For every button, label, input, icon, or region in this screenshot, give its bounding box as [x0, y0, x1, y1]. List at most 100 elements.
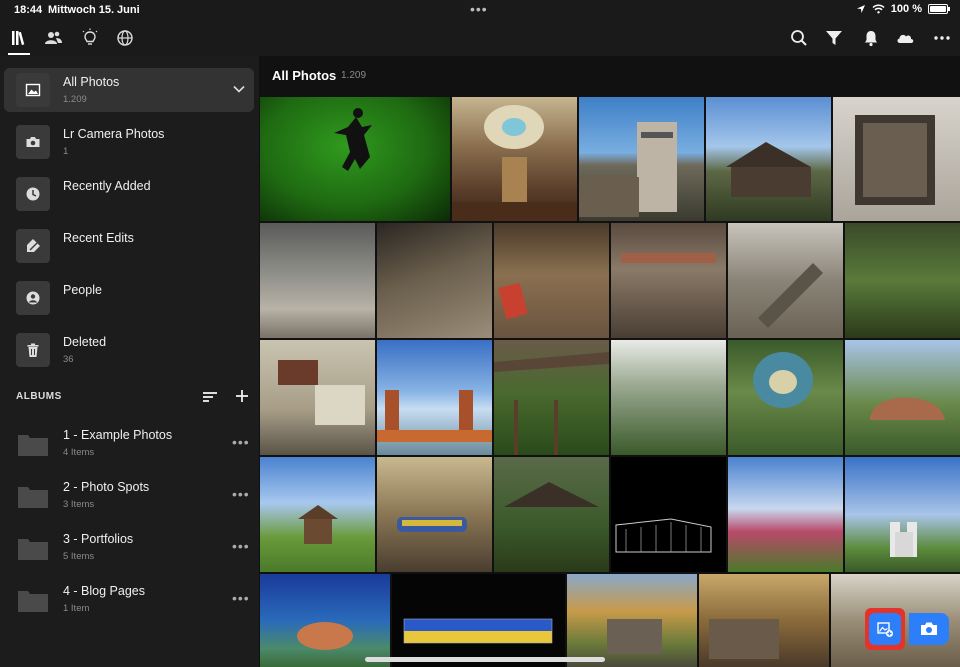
- sidebar-item-label: People: [63, 283, 102, 297]
- folder-icon: [18, 487, 48, 508]
- album-count: 1 Item: [63, 603, 90, 614]
- photo-thumbnail[interactable]: [728, 340, 843, 455]
- cloud-icon[interactable]: [895, 28, 915, 48]
- album-more-icon[interactable]: •••: [232, 590, 250, 606]
- sidebar-item-label: All Photos: [63, 75, 120, 89]
- sidebar-item-deleted[interactable]: Deleted 36: [4, 328, 254, 372]
- add-album-icon[interactable]: [233, 387, 251, 405]
- photo-thumbnail[interactable]: [494, 457, 609, 572]
- sidebar-item-label: Lr Camera Photos: [63, 127, 165, 141]
- photo-thumbnail[interactable]: [260, 97, 450, 221]
- sidebar-item-count: 1.209: [63, 94, 87, 105]
- learn-icon[interactable]: [80, 28, 100, 48]
- library-icon[interactable]: [9, 28, 29, 48]
- photo-count: 1.209: [341, 70, 367, 81]
- status-date: Mittwoch 15. Juni: [48, 4, 140, 16]
- photo-thumbnail[interactable]: [699, 574, 829, 667]
- bell-icon[interactable]: [861, 28, 881, 48]
- sidebar-item-label: Recently Added: [63, 179, 151, 193]
- sidebar-item-count: 36: [63, 354, 74, 365]
- person-icon: [16, 281, 50, 315]
- folder-icon: [18, 591, 48, 612]
- home-indicator[interactable]: [365, 657, 605, 662]
- location-icon: [856, 5, 865, 13]
- album-more-icon[interactable]: •••: [232, 538, 250, 554]
- photo-thumbnail[interactable]: [845, 223, 960, 338]
- battery-percent: 100 %: [890, 3, 922, 15]
- photo-thumbnail[interactable]: [260, 574, 390, 667]
- clock-icon: [16, 177, 50, 211]
- trash-icon: [16, 333, 50, 367]
- photo-icon: [16, 73, 50, 107]
- folder-icon: [18, 539, 48, 560]
- photo-thumbnail[interactable]: [377, 457, 492, 572]
- folder-icon: [18, 435, 48, 456]
- album-label: 4 - Blog Pages: [63, 584, 145, 598]
- status-bar: 18:44 Mittwoch 15. Juni ••• 100 %: [0, 0, 960, 20]
- photo-thumbnail[interactable]: [377, 340, 492, 455]
- filter-icon[interactable]: [824, 28, 844, 48]
- status-right: 100 %: [856, 3, 950, 15]
- sidebar: All Photos 1.209 Lr Camera Photos 1 Rece…: [0, 56, 259, 667]
- add-photos-icon: [869, 613, 901, 645]
- photo-thumbnail[interactable]: [611, 340, 726, 455]
- status-time: 18:44: [14, 4, 43, 16]
- page-title: All Photos: [272, 68, 337, 83]
- photo-thumbnail[interactable]: [377, 223, 492, 338]
- photo-grid-panel: All Photos 1.209: [259, 56, 960, 667]
- multitasking-dots[interactable]: •••: [470, 1, 488, 17]
- import-photos-button[interactable]: [865, 608, 905, 650]
- camera-button[interactable]: [909, 613, 949, 645]
- sidebar-item-lr-camera-photos[interactable]: Lr Camera Photos 1: [4, 120, 254, 164]
- sidebar-item-label: Deleted: [63, 335, 107, 349]
- photo-thumbnail[interactable]: [392, 574, 565, 667]
- photo-thumbnail[interactable]: [260, 340, 375, 455]
- battery-icon: [928, 4, 950, 14]
- chevron-down-icon[interactable]: [232, 82, 246, 96]
- album-item[interactable]: 1 - Example Photos 4 Items •••: [0, 424, 259, 468]
- photo-thumbnail[interactable]: [260, 223, 375, 338]
- album-item[interactable]: 2 - Photo Spots 3 Items •••: [0, 476, 259, 520]
- photo-thumbnail[interactable]: [728, 457, 843, 572]
- edit-icon: [16, 229, 50, 263]
- search-icon[interactable]: [789, 28, 809, 48]
- album-label: 3 - Portfolios: [63, 532, 134, 546]
- photo-thumbnail[interactable]: [611, 223, 726, 338]
- sidebar-item-recently-added[interactable]: Recently Added: [4, 172, 254, 216]
- photo-thumbnail[interactable]: [833, 97, 960, 221]
- sidebar-item-label: Recent Edits: [63, 231, 134, 245]
- photo-thumbnail[interactable]: [260, 457, 375, 572]
- photo-thumbnail[interactable]: [494, 340, 609, 455]
- album-label: 2 - Photo Spots: [63, 480, 150, 494]
- wifi-icon: [872, 4, 885, 14]
- album-more-icon[interactable]: •••: [232, 434, 250, 450]
- camera-icon: [16, 125, 50, 159]
- photo-thumbnail[interactable]: [728, 223, 843, 338]
- more-icon[interactable]: [932, 28, 952, 48]
- photo-thumbnail[interactable]: [845, 340, 960, 455]
- album-count: 5 Items: [63, 551, 95, 562]
- camera-icon: [921, 622, 937, 635]
- sidebar-item-all-photos[interactable]: All Photos 1.209: [4, 68, 254, 112]
- discover-icon[interactable]: [115, 28, 135, 48]
- photo-thumbnail[interactable]: [845, 457, 960, 572]
- photo-thumbnail[interactable]: [579, 97, 704, 221]
- album-count: 3 Items: [63, 499, 95, 510]
- album-label: 1 - Example Photos: [63, 428, 173, 442]
- album-count: 4 Items: [63, 447, 95, 458]
- people-icon[interactable]: [43, 28, 63, 48]
- sidebar-item-people[interactable]: People: [4, 276, 254, 320]
- top-toolbar: [0, 20, 960, 56]
- album-more-icon[interactable]: •••: [232, 486, 250, 502]
- sidebar-item-count: 1: [63, 146, 69, 157]
- photo-thumbnail[interactable]: [494, 223, 609, 338]
- photo-thumbnail[interactable]: [567, 574, 697, 667]
- albums-header: ALBUMS: [16, 391, 62, 402]
- album-item[interactable]: 3 - Portfolios 5 Items •••: [0, 528, 259, 572]
- photo-thumbnail[interactable]: [706, 97, 831, 221]
- sidebar-item-recent-edits[interactable]: Recent Edits: [4, 224, 254, 268]
- photo-thumbnail[interactable]: [611, 457, 726, 572]
- photo-thumbnail[interactable]: [452, 97, 577, 221]
- album-item[interactable]: 4 - Blog Pages 1 Item •••: [0, 580, 259, 624]
- sort-icon[interactable]: [202, 389, 218, 405]
